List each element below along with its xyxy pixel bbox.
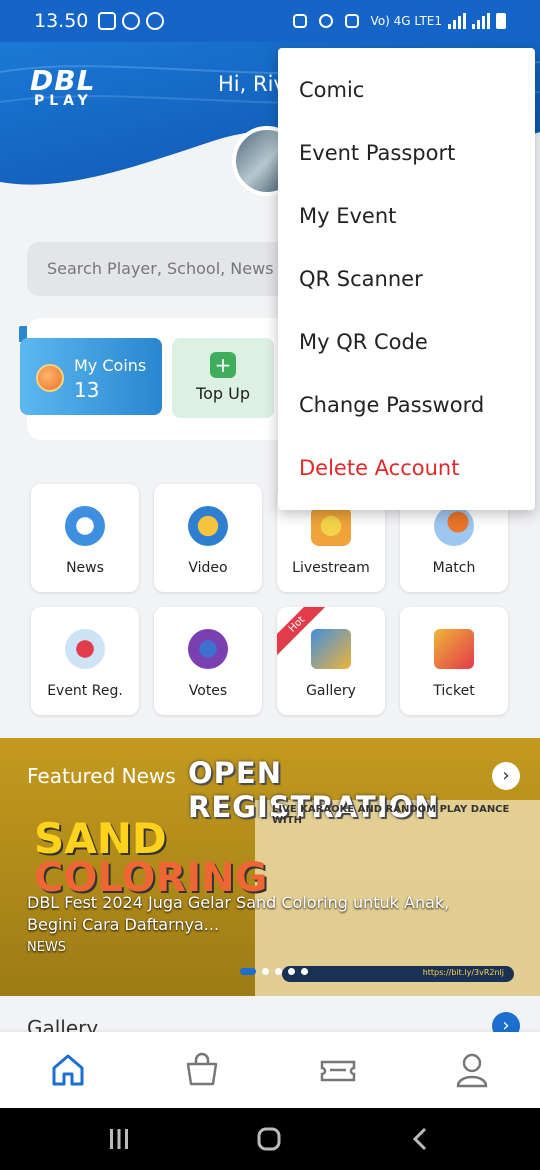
menu-item-delete-account[interactable]: Delete Account — [299, 456, 459, 480]
home-icon[interactable] — [48, 1050, 88, 1090]
signal-icon — [448, 13, 466, 29]
system-nav-bar — [0, 1108, 540, 1170]
coins-label: My Coins — [74, 356, 147, 375]
ticket-nav-icon[interactable] — [318, 1050, 358, 1090]
carousel-dot[interactable] — [301, 968, 308, 975]
carousel-dot[interactable] — [275, 968, 282, 975]
profile-icon[interactable] — [452, 1050, 492, 1090]
menu-item-my-event[interactable]: My Event — [299, 204, 396, 228]
battery-icon — [496, 13, 506, 29]
menu-tile-event-reg[interactable]: Event Reg. — [31, 607, 139, 715]
carousel-dots — [240, 968, 308, 975]
menu-tile-video[interactable]: Video — [154, 484, 262, 592]
featured-next-arrow-icon[interactable]: › — [492, 762, 520, 790]
mute-icon — [344, 14, 359, 28]
featured-headline[interactable]: DBL Fest 2024 Juga Gelar Sand Coloring u… — [27, 892, 497, 935]
banner-link: https://bit.ly/3vR2nlj — [282, 966, 514, 982]
status-bar: 13.50 Vo) 4G LTE1 — [0, 0, 540, 42]
menu-item-event-passport[interactable]: Event Passport — [299, 141, 455, 165]
menu-tile-label: Gallery — [306, 683, 356, 699]
menu-tile-label: News — [66, 560, 104, 576]
whistle-icon — [65, 629, 105, 669]
greeting-text: Hi, Riv — [218, 72, 286, 96]
menu-tile-label: Votes — [188, 683, 228, 699]
banner-karaoke-text: LIVE KARAOKE AND RANDOM PLAY DANCE WITH — [272, 804, 510, 826]
ticket-icon — [434, 629, 474, 669]
votes-icon — [188, 629, 228, 669]
top-up-button[interactable]: + Top Up — [172, 338, 274, 418]
coins-value: 13 — [74, 378, 100, 402]
menu-tile-label: Livestream — [292, 560, 370, 576]
menu-tile-label: Video — [188, 560, 228, 576]
carousel-dot[interactable] — [240, 968, 256, 975]
carousel-dot[interactable] — [288, 968, 295, 975]
menu-tile-gallery[interactable]: Hot Gallery — [277, 607, 385, 715]
recents-icon[interactable] — [106, 1126, 132, 1152]
network-label: Vo) 4G LTE1 — [370, 14, 442, 28]
livestream-icon — [311, 506, 351, 546]
carousel-dot[interactable] — [262, 968, 269, 975]
featured-news-carousel[interactable]: OPEN REGISTRATION SAND COLORING LIVE KAR… — [0, 738, 540, 996]
menu-tile-label: Match — [432, 560, 476, 576]
bottom-nav — [0, 1032, 540, 1108]
video-play-icon — [188, 506, 228, 546]
menu-tile-label: Ticket — [433, 683, 475, 699]
basketball-icon — [434, 506, 474, 546]
featured-news-label: Featured News — [27, 764, 176, 788]
gallery-icon — [311, 629, 351, 669]
sync-icon — [146, 12, 165, 30]
menu-tile-label: Event Reg. — [47, 683, 123, 699]
menu-item-qr-scanner[interactable]: QR Scanner — [299, 267, 423, 291]
shop-icon[interactable] — [182, 1050, 222, 1090]
featured-category: NEWS — [27, 940, 67, 955]
my-coins-card[interactable]: My Coins 13 — [20, 338, 162, 415]
hotspot-icon — [122, 12, 141, 30]
menu-item-change-password[interactable]: Change Password — [299, 393, 484, 417]
signal-2-icon — [472, 13, 490, 29]
coin-icon — [36, 364, 64, 392]
back-icon[interactable] — [408, 1126, 434, 1152]
menu-item-comic[interactable]: Comic — [299, 78, 364, 102]
gallery-notification-icon — [98, 12, 117, 30]
status-time: 13.50 — [34, 10, 89, 32]
news-icon — [65, 506, 105, 546]
menu-item-my-qr-code[interactable]: My QR Code — [299, 330, 428, 354]
plus-icon: + — [210, 352, 236, 378]
top-up-label: Top Up — [196, 384, 250, 403]
menu-tile-news[interactable]: News — [31, 484, 139, 592]
menu-tile-votes[interactable]: Votes — [154, 607, 262, 715]
home-system-icon[interactable] — [256, 1126, 282, 1152]
lock-icon — [292, 14, 307, 28]
menu-tile-ticket[interactable]: Ticket — [400, 607, 508, 715]
dbl-play-logo: DBL PLAY — [30, 64, 96, 109]
banner-sand-text: SAND — [34, 814, 167, 863]
alarm-icon — [318, 14, 333, 28]
